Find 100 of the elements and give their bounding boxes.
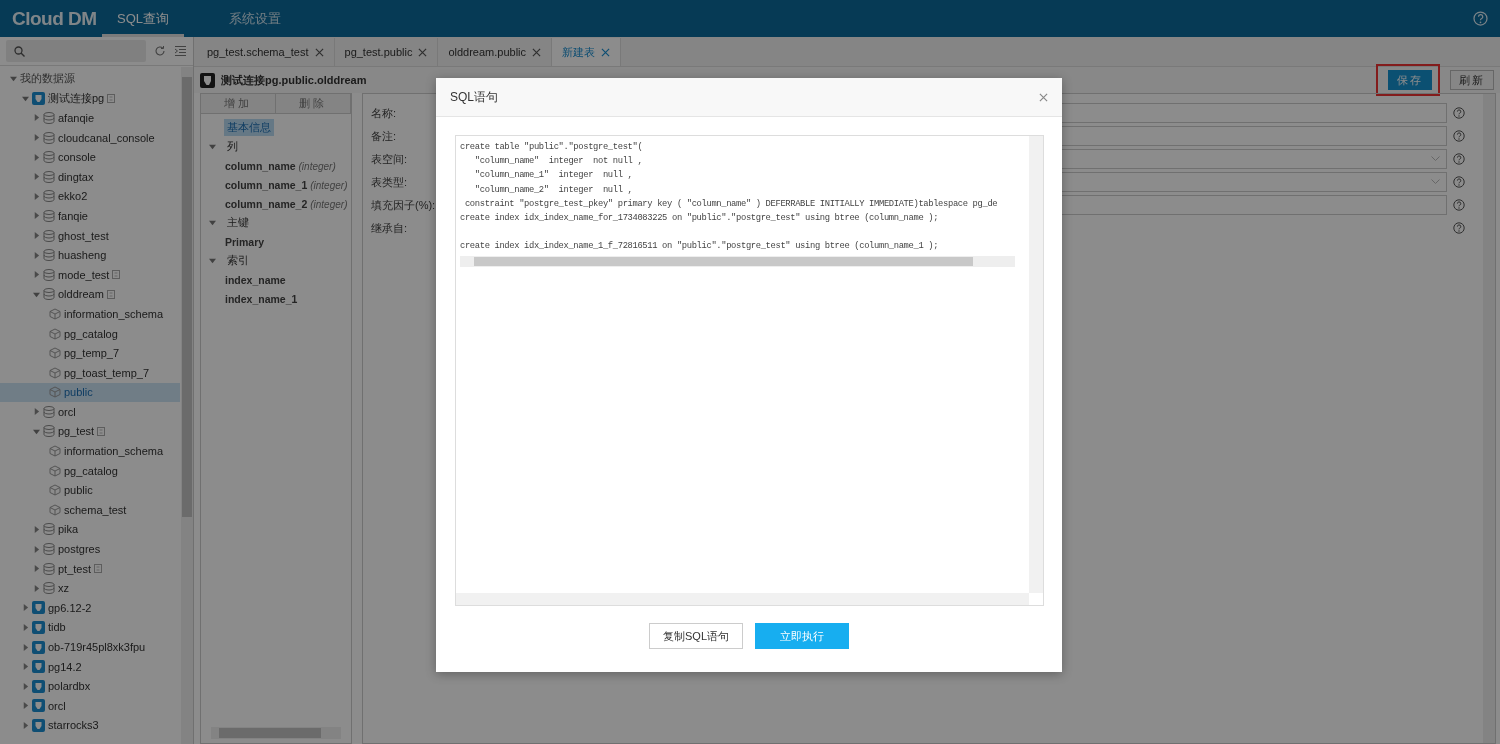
scrollbar[interactable] bbox=[211, 727, 341, 739]
caret-down-icon[interactable] bbox=[209, 143, 216, 150]
scrollbar[interactable] bbox=[456, 593, 1029, 605]
tree-item[interactable]: index_name bbox=[209, 272, 289, 287]
toolbar-button[interactable]: 保存 bbox=[1388, 70, 1432, 90]
tree-item[interactable]: column_name (integer) bbox=[209, 158, 339, 173]
copy-button[interactable]: 复制SQL语句 bbox=[649, 623, 743, 649]
tree-item[interactable]: starrocks3 bbox=[0, 715, 180, 736]
caret-right-icon[interactable] bbox=[33, 408, 40, 416]
help-icon[interactable] bbox=[1453, 222, 1465, 234]
tree-item[interactable]: public bbox=[0, 382, 180, 403]
tree-item[interactable]: Primary bbox=[209, 234, 268, 249]
help-icon[interactable] bbox=[1453, 107, 1465, 119]
refresh-icon[interactable] bbox=[154, 45, 166, 57]
tree-item[interactable]: information_schema bbox=[0, 304, 180, 324]
caret-right-icon[interactable] bbox=[33, 565, 40, 573]
tree-item[interactable]: 索引 bbox=[224, 252, 252, 269]
tree-item[interactable]: polardbx bbox=[0, 676, 180, 696]
close-icon[interactable] bbox=[314, 47, 324, 57]
caret-right-icon[interactable] bbox=[22, 663, 29, 671]
tree-item[interactable]: information_schema bbox=[0, 441, 180, 461]
tree-item[interactable]: pg_toast_temp_7 bbox=[0, 362, 180, 383]
caret-right-icon[interactable] bbox=[33, 525, 40, 533]
caret-right-icon[interactable] bbox=[33, 173, 40, 181]
scrollbar[interactable] bbox=[181, 67, 193, 744]
tree-item[interactable]: column_name_2 (integer) bbox=[209, 196, 351, 211]
caret-down-icon[interactable] bbox=[33, 290, 40, 298]
tree-item[interactable]: public bbox=[0, 480, 180, 501]
tree-item[interactable]: cloudcanal_console bbox=[0, 127, 180, 148]
tree-item[interactable]: postgres bbox=[0, 539, 180, 559]
tree-item[interactable]: mode_test bbox=[0, 264, 180, 285]
caret-right-icon[interactable] bbox=[33, 114, 40, 122]
scrollbar[interactable] bbox=[1483, 94, 1495, 743]
tree-label: orcl bbox=[48, 699, 66, 712]
caret-right-icon[interactable] bbox=[22, 604, 29, 612]
tree-item[interactable]: huasheng bbox=[0, 245, 180, 265]
tree-item[interactable]: index_name_1 bbox=[209, 291, 301, 306]
caret-right-icon[interactable] bbox=[33, 584, 40, 592]
tree-item[interactable]: schema_test bbox=[0, 500, 180, 520]
caret-right-icon[interactable] bbox=[33, 251, 40, 259]
tree-item[interactable]: pg14.2 bbox=[0, 656, 180, 677]
close-icon[interactable] bbox=[601, 47, 611, 57]
tree-item[interactable]: pika bbox=[0, 519, 180, 540]
caret-right-icon[interactable] bbox=[33, 545, 40, 553]
caret-down-icon[interactable] bbox=[209, 219, 216, 226]
tree-item[interactable]: olddream bbox=[0, 284, 180, 305]
help-icon[interactable] bbox=[1453, 130, 1465, 142]
tree-item[interactable]: 测试连接pg bbox=[0, 88, 180, 109]
tree-item[interactable]: orcl bbox=[0, 696, 180, 716]
scrollbar[interactable] bbox=[1029, 136, 1043, 593]
help-icon[interactable] bbox=[1453, 153, 1465, 165]
close-icon[interactable] bbox=[532, 47, 542, 57]
tree-item[interactable]: ghost_test bbox=[0, 225, 180, 246]
caret-down-icon[interactable] bbox=[33, 428, 40, 435]
tree-item[interactable]: pg_catalog bbox=[0, 323, 180, 344]
tree-item[interactable]: console bbox=[0, 147, 180, 167]
tree-label: ob-719r45pl8xk3fpu bbox=[48, 641, 146, 653]
caret-right-icon[interactable] bbox=[33, 271, 40, 279]
tree-item[interactable]: afanqie bbox=[0, 108, 180, 128]
caret-down-icon[interactable] bbox=[22, 94, 29, 102]
tree-item[interactable]: dingtax bbox=[0, 166, 180, 187]
search-field[interactable] bbox=[6, 40, 146, 62]
editor-tab[interactable]: 新建表 bbox=[552, 38, 622, 66]
toolbar-button[interactable]: 刷新 bbox=[1450, 70, 1494, 90]
tree-item[interactable]: ekko2 bbox=[0, 186, 180, 207]
caret-right-icon[interactable] bbox=[33, 153, 40, 161]
tree-item[interactable]: fanqie bbox=[0, 206, 180, 226]
tree-item[interactable]: pg_test bbox=[0, 421, 180, 442]
caret-right-icon[interactable] bbox=[22, 682, 29, 690]
caret-down-icon[interactable] bbox=[10, 75, 17, 83]
tree-item[interactable]: orcl bbox=[0, 402, 180, 422]
nav-tab[interactable]: 系统设置 bbox=[214, 0, 296, 37]
help-icon[interactable] bbox=[1453, 199, 1465, 211]
caret-right-icon[interactable] bbox=[22, 702, 29, 710]
tree-item[interactable]: ob-719r45pl8xk3fpu bbox=[0, 637, 180, 657]
caret-down-icon[interactable] bbox=[209, 257, 216, 264]
tree-item[interactable]: 列 bbox=[224, 138, 241, 155]
chevron-down-icon bbox=[1431, 156, 1440, 162]
close-icon[interactable] bbox=[1039, 92, 1048, 102]
close-icon[interactable] bbox=[418, 47, 428, 57]
tree-item[interactable]: pt_test bbox=[0, 558, 180, 579]
tree-item[interactable]: tidb bbox=[0, 617, 180, 638]
caret-right-icon[interactable] bbox=[33, 212, 40, 220]
tree-item[interactable]: pg_temp_7 bbox=[0, 343, 180, 363]
help-icon[interactable] bbox=[1453, 176, 1465, 188]
toolbar-button[interactable]: 删除 bbox=[276, 94, 351, 113]
tree-item[interactable]: pg_catalog bbox=[0, 460, 180, 481]
tree-item[interactable]: xz bbox=[0, 578, 180, 599]
tree-item[interactable]: 主键 bbox=[224, 214, 252, 231]
caret-right-icon[interactable] bbox=[22, 721, 29, 729]
caret-right-icon[interactable] bbox=[22, 643, 29, 651]
collapse-icon[interactable] bbox=[174, 45, 187, 57]
tree-item[interactable]: gp6.12-2 bbox=[0, 598, 180, 618]
caret-right-icon[interactable] bbox=[22, 623, 29, 631]
tree-item[interactable]: 我的数据源 bbox=[0, 69, 180, 89]
caret-right-icon[interactable] bbox=[33, 232, 40, 240]
caret-right-icon[interactable] bbox=[33, 192, 40, 200]
tree-item[interactable]: column_name_1 (integer) bbox=[209, 177, 351, 192]
scrollbar[interactable] bbox=[460, 255, 1015, 267]
caret-right-icon[interactable] bbox=[33, 134, 40, 142]
